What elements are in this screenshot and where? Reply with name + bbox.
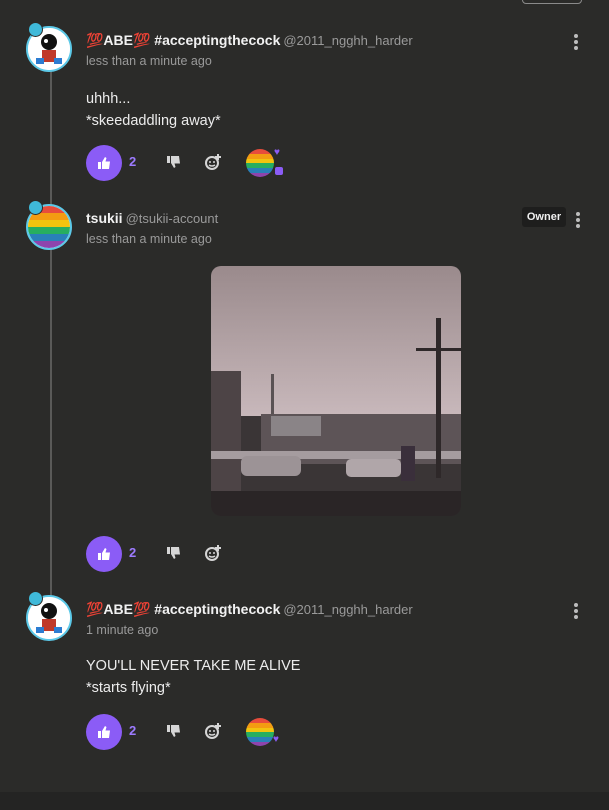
post-actions: 2 ♥ [86, 145, 346, 181]
add-reaction-icon[interactable] [204, 544, 222, 567]
bottom-bar [0, 792, 609, 810]
thumbs-up-icon [98, 157, 110, 169]
like-count: 2 [129, 154, 137, 169]
thumbs-down-icon[interactable] [166, 723, 182, 744]
more-options-icon[interactable] [570, 603, 582, 621]
heart-icon: ♥ [273, 734, 279, 745]
post-line: *starts flying* [86, 680, 171, 696]
thumbs-down-icon[interactable] [166, 545, 182, 566]
avatar-status-badge [28, 22, 43, 37]
attached-media[interactable] [211, 266, 461, 516]
post-line: YOU'LL NEVER TAKE ME ALIVE [86, 658, 301, 674]
reaction-rainbow-icon[interactable] [246, 149, 274, 177]
post-header: tsukii @tsukii-account [86, 210, 218, 226]
user-handle[interactable]: @2011_ngghh_harder [283, 602, 412, 617]
thumbs-down-icon[interactable] [166, 154, 182, 175]
more-options-icon[interactable] [570, 34, 582, 52]
reaction-rainbow-icon[interactable] [246, 718, 274, 746]
timestamp: less than a minute ago [86, 54, 212, 68]
thumbs-up-icon [98, 548, 110, 560]
post-header: 💯ABE💯 #acceptingthecock @2011_ngghh_harde… [86, 32, 413, 49]
display-name[interactable]: tsukii [86, 210, 123, 226]
reaction-count-dot [275, 167, 283, 175]
add-reaction-icon[interactable] [204, 153, 222, 176]
timestamp: less than a minute ago [86, 232, 212, 246]
display-name[interactable]: 💯ABE💯 #acceptingthecock [86, 32, 280, 48]
display-name[interactable]: 💯ABE💯 #acceptingthecock [86, 601, 280, 617]
post-actions: 2 ♥ [86, 714, 346, 750]
avatar-status-badge [28, 591, 43, 606]
post-line: *skeedaddling away* [86, 113, 221, 129]
thumbs-up-icon [98, 726, 110, 738]
top-button[interactable] [522, 0, 582, 4]
like-button[interactable] [86, 714, 122, 750]
post-body: YOU'LL NEVER TAKE ME ALIVE *starts flyin… [86, 655, 300, 699]
like-count: 2 [129, 723, 137, 738]
add-reaction-icon[interactable] [204, 722, 222, 745]
like-count: 2 [129, 545, 137, 560]
owner-badge: Owner [522, 207, 566, 227]
post-line: uhhh... [86, 91, 131, 107]
post-header: 💯ABE💯 #acceptingthecock @2011_ngghh_harde… [86, 601, 413, 618]
user-handle[interactable]: @tsukii-account [126, 211, 219, 226]
more-options-icon[interactable] [572, 212, 584, 230]
user-handle[interactable]: @2011_ngghh_harder [283, 33, 412, 48]
avatar-status-badge [28, 200, 43, 215]
post-body: uhhh... *skeedaddling away* [86, 88, 221, 132]
heart-icon: ♥ [274, 147, 280, 158]
post-actions: 2 [86, 536, 346, 572]
like-button[interactable] [86, 145, 122, 181]
like-button[interactable] [86, 536, 122, 572]
timestamp: 1 minute ago [86, 623, 159, 637]
thread-line [50, 70, 52, 605]
